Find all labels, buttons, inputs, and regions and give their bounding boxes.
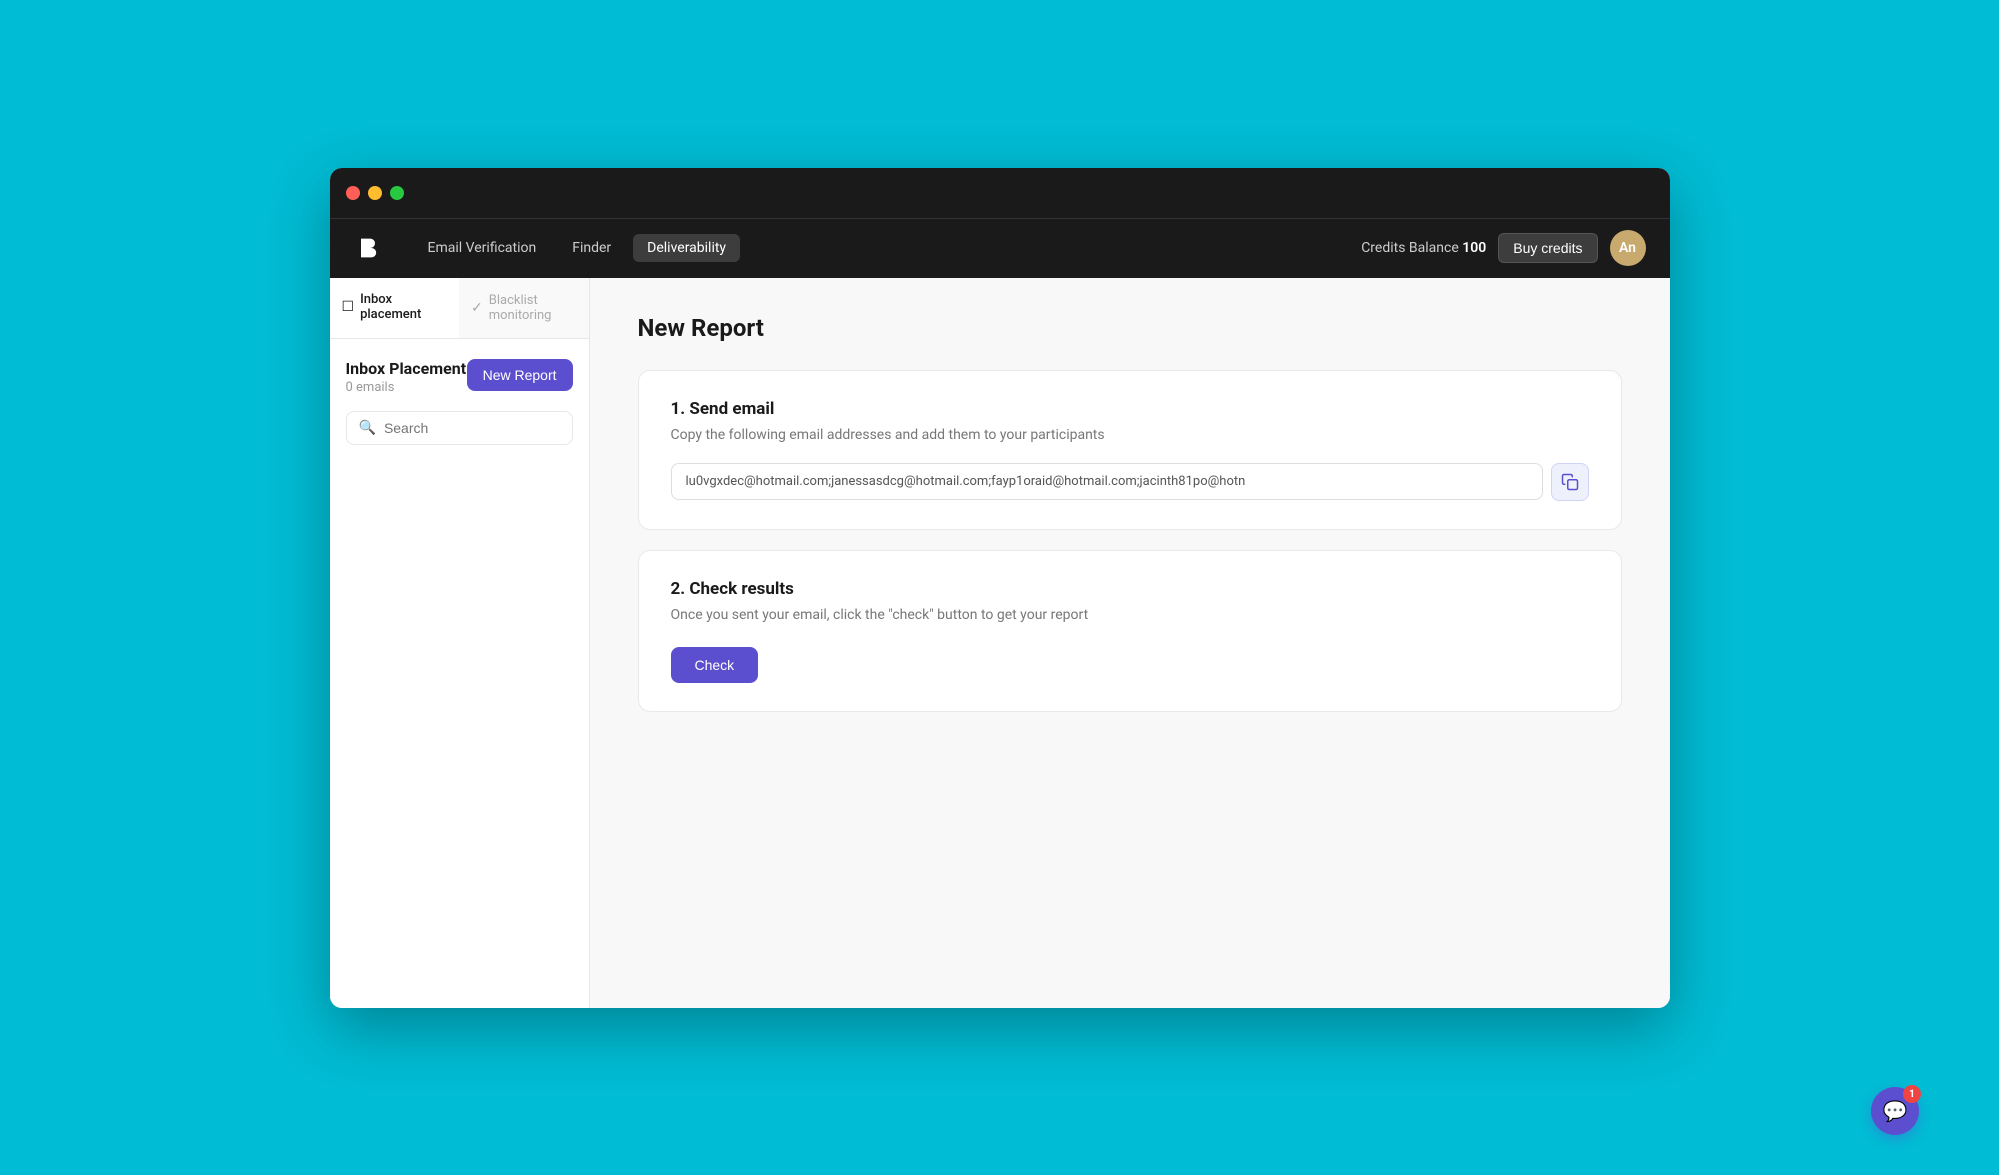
chat-badge: 1 xyxy=(1903,1085,1921,1103)
nav-email-verification[interactable]: Email Verification xyxy=(414,234,551,262)
main-content: ☐ Inbox placement ✓ Blacklist monitoring… xyxy=(330,278,1670,1008)
title-bar xyxy=(330,168,1670,218)
email-addresses-field: lu0vgxdec@hotmail.com;janessasdcg@hotmai… xyxy=(671,463,1543,500)
step-2-description: Once you sent your email, click the "che… xyxy=(671,607,1589,623)
sidebar-body: Inbox Placement 0 emails New Report 🔍 xyxy=(330,339,589,465)
step-1-card: 1. Send email Copy the following email a… xyxy=(638,370,1622,530)
step-1-description: Copy the following email addresses and a… xyxy=(671,427,1589,443)
nav-right: Credits Balance 100 Buy credits An xyxy=(1361,230,1645,266)
tab-inbox-placement[interactable]: ☐ Inbox placement xyxy=(330,278,460,338)
step-2-title: 2. Check results xyxy=(671,579,1589,599)
maximize-button[interactable] xyxy=(390,186,404,200)
copy-icon xyxy=(1561,473,1579,491)
check-button[interactable]: Check xyxy=(671,647,759,683)
buy-credits-button[interactable]: Buy credits xyxy=(1498,233,1597,263)
search-input[interactable] xyxy=(384,420,565,436)
search-icon: 🔍 xyxy=(359,420,376,436)
nav-finder[interactable]: Finder xyxy=(558,234,625,262)
navbar: Email Verification Finder Deliverability… xyxy=(330,218,1670,278)
logo-icon xyxy=(354,234,382,262)
tab-blacklist-monitoring-label: Blacklist monitoring xyxy=(489,293,577,323)
main-panel: New Report 1. Send email Copy the follow… xyxy=(590,278,1670,1008)
credits-value: 100 xyxy=(1462,240,1486,256)
sidebar-tabs: ☐ Inbox placement ✓ Blacklist monitoring xyxy=(330,278,589,339)
search-box: 🔍 xyxy=(346,411,573,445)
sidebar-header: Inbox Placement 0 emails New Report xyxy=(346,359,573,395)
step-2-card: 2. Check results Once you sent your emai… xyxy=(638,550,1622,712)
close-button[interactable] xyxy=(346,186,360,200)
minimize-button[interactable] xyxy=(368,186,382,200)
page-title: New Report xyxy=(638,314,1622,342)
chat-icon: 💬 xyxy=(1883,1099,1908,1123)
sidebar: ☐ Inbox placement ✓ Blacklist monitoring… xyxy=(330,278,590,1008)
logo[interactable] xyxy=(354,234,382,262)
avatar[interactable]: An xyxy=(1610,230,1646,266)
app-window: Email Verification Finder Deliverability… xyxy=(330,168,1670,1008)
email-field-row: lu0vgxdec@hotmail.com;janessasdcg@hotmai… xyxy=(671,463,1589,501)
copy-button[interactable] xyxy=(1551,463,1589,501)
blacklist-monitoring-icon: ✓ xyxy=(471,300,483,316)
traffic-lights xyxy=(346,186,404,200)
sidebar-subtitle: 0 emails xyxy=(346,380,467,395)
nav-deliverability[interactable]: Deliverability xyxy=(633,234,740,262)
new-report-button[interactable]: New Report xyxy=(467,359,573,391)
nav-links: Email Verification Finder Deliverability xyxy=(414,234,1362,262)
tab-inbox-placement-label: Inbox placement xyxy=(360,292,447,322)
inbox-placement-icon: ☐ xyxy=(342,299,355,315)
credits-label: Credits Balance 100 xyxy=(1361,240,1486,256)
tab-blacklist-monitoring[interactable]: ✓ Blacklist monitoring xyxy=(459,278,589,338)
sidebar-title-group: Inbox Placement 0 emails xyxy=(346,359,467,395)
sidebar-title: Inbox Placement xyxy=(346,359,467,378)
step-1-title: 1. Send email xyxy=(671,399,1589,419)
